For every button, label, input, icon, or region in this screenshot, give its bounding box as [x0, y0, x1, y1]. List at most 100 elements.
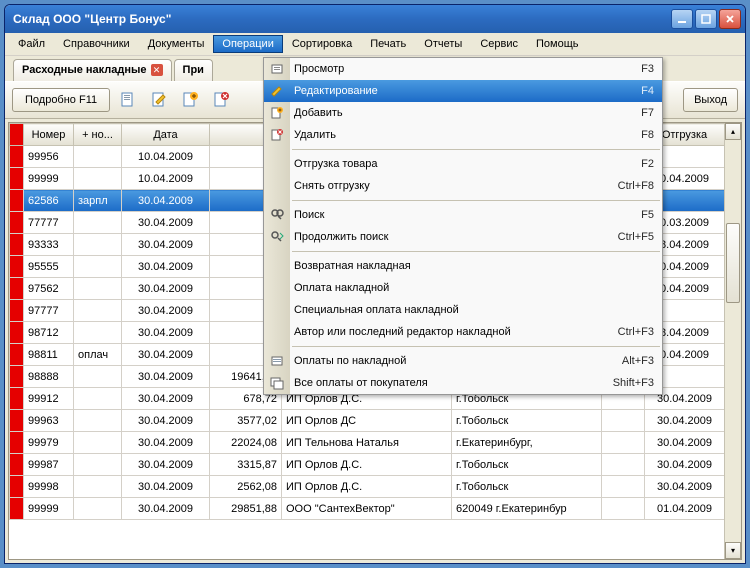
- cell: 99999: [24, 168, 74, 190]
- menu-item-shortcut: F4: [641, 85, 654, 97]
- cell: [74, 388, 122, 410]
- cell: 99979: [24, 432, 74, 454]
- column-header[interactable]: [10, 124, 24, 146]
- menu-item[interactable]: Оплата накладной: [264, 277, 662, 299]
- menu-item[interactable]: РедактированиеF4: [264, 80, 662, 102]
- cell: 3577,02: [210, 410, 282, 432]
- menu-item[interactable]: Отгрузка товараF2: [264, 153, 662, 175]
- list2-icon: [268, 374, 286, 392]
- cell: [10, 366, 24, 388]
- cell: [74, 432, 122, 454]
- scroll-thumb[interactable]: [726, 223, 740, 303]
- table-row[interactable]: 9997930.04.200922024,08ИП Тельнова Натал…: [10, 432, 741, 454]
- menu-item-label: Редактирование: [294, 85, 641, 97]
- menu-печать[interactable]: Печать: [361, 35, 415, 53]
- cell: [74, 278, 122, 300]
- scroll-down-icon[interactable]: ▾: [725, 542, 741, 559]
- window-title: Склад ООО "Центр Бонус": [9, 12, 671, 26]
- cell: 30.04.2009: [122, 212, 210, 234]
- cell: 99998: [24, 476, 74, 498]
- tab-close-icon[interactable]: ✕: [151, 64, 163, 76]
- menu-item[interactable]: Возвратная накладная: [264, 255, 662, 277]
- cell: г.Тобольск: [452, 410, 602, 432]
- menu-документы[interactable]: Документы: [139, 35, 214, 53]
- tab-0[interactable]: Расходные накладные ✕: [13, 59, 172, 81]
- column-header[interactable]: Номер: [24, 124, 74, 146]
- cell: [602, 454, 645, 476]
- cell: [74, 322, 122, 344]
- menu-файл[interactable]: Файл: [9, 35, 54, 53]
- cell: 30.04.2009: [122, 454, 210, 476]
- menu-item[interactable]: Специальная оплата накладной: [264, 299, 662, 321]
- menu-помощь[interactable]: Помощь: [527, 35, 588, 53]
- cell: 99956: [24, 146, 74, 168]
- menu-item-label: Удалить: [294, 129, 641, 141]
- cell: 30.04.2009: [122, 234, 210, 256]
- menu-item-shortcut: Ctrl+F3: [618, 326, 654, 338]
- menu-item-shortcut: F8: [641, 129, 654, 141]
- cell: [10, 256, 24, 278]
- menu-сервис[interactable]: Сервис: [471, 35, 527, 53]
- menu-item-label: Оплата накладной: [294, 282, 654, 294]
- cell: 98811: [24, 344, 74, 366]
- cell: 30.04.2009: [645, 476, 725, 498]
- table-row[interactable]: 9999830.04.20092562,08ИП Орлов Д.С.г.Тоб…: [10, 476, 741, 498]
- cell: [74, 366, 122, 388]
- cell: 10.04.2009: [122, 146, 210, 168]
- cell: [74, 256, 122, 278]
- column-header[interactable]: + но...: [74, 124, 122, 146]
- close-button[interactable]: [719, 9, 741, 29]
- maximize-button[interactable]: [695, 9, 717, 29]
- menu-item[interactable]: Оплаты по накладнойAlt+F3: [264, 350, 662, 372]
- menu-item-label: Возвратная накладная: [294, 260, 654, 272]
- cell: [10, 454, 24, 476]
- cell: [74, 476, 122, 498]
- menu-item-shortcut: F2: [641, 158, 654, 170]
- cell: 30.04.2009: [122, 344, 210, 366]
- cell: 98712: [24, 322, 74, 344]
- menu-item-label: Отгрузка товара: [294, 158, 641, 170]
- list-icon: [268, 352, 286, 370]
- minimize-button[interactable]: [671, 9, 693, 29]
- cell: 30.04.2009: [122, 300, 210, 322]
- cell: [74, 498, 122, 520]
- menu-item-shortcut: Alt+F3: [622, 355, 654, 367]
- menu-item-label: Добавить: [294, 107, 641, 119]
- cell: ИП Орлов ДС: [282, 410, 452, 432]
- detail-button[interactable]: Подробно F11: [12, 88, 110, 112]
- menu-сортировка[interactable]: Сортировка: [283, 35, 361, 53]
- menu-item[interactable]: Все оплаты от покупателяShift+F3: [264, 372, 662, 394]
- menu-item[interactable]: Снять отгрузкуCtrl+F8: [264, 175, 662, 197]
- cell: [74, 212, 122, 234]
- cell: 30.04.2009: [122, 432, 210, 454]
- menu-item[interactable]: УдалитьF8: [264, 124, 662, 146]
- tab-1[interactable]: При: [174, 59, 213, 81]
- scroll-up-icon[interactable]: ▴: [725, 123, 741, 140]
- add-icon: [268, 104, 286, 122]
- doc-edit-icon[interactable]: [146, 87, 172, 113]
- column-header[interactable]: Дата: [122, 124, 210, 146]
- menu-item[interactable]: ПоискF5: [264, 204, 662, 226]
- menu-справочники[interactable]: Справочники: [54, 35, 139, 53]
- exit-button[interactable]: Выход: [683, 88, 738, 112]
- delete-icon: [268, 126, 286, 144]
- vertical-scrollbar[interactable]: ▴ ▾: [724, 123, 741, 559]
- menu-item[interactable]: ДобавитьF7: [264, 102, 662, 124]
- table-row[interactable]: 9998730.04.20093315,87ИП Орлов Д.С.г.Тоб…: [10, 454, 741, 476]
- cell: 30.04.2009: [122, 388, 210, 410]
- menu-операции[interactable]: Операции: [213, 35, 282, 53]
- menu-item[interactable]: Автор или последний редактор накладнойCt…: [264, 321, 662, 343]
- doc-delete-icon[interactable]: [208, 87, 234, 113]
- table-row[interactable]: 9999930.04.200929851,88ООО "СантехВектор…: [10, 498, 741, 520]
- menu-item[interactable]: Продолжить поискCtrl+F5: [264, 226, 662, 248]
- menu-item[interactable]: ПросмотрF3: [264, 58, 662, 80]
- cell: [10, 322, 24, 344]
- cell: [74, 234, 122, 256]
- doc-new-icon[interactable]: [115, 87, 141, 113]
- menu-отчеты[interactable]: Отчеты: [415, 35, 471, 53]
- doc-add-icon[interactable]: [177, 87, 203, 113]
- cell: ИП Тельнова Наталья: [282, 432, 452, 454]
- cell: 99999: [24, 498, 74, 520]
- table-row[interactable]: 9996330.04.20093577,02ИП Орлов ДСг.Тобол…: [10, 410, 741, 432]
- tab-label: Расходные накладные: [22, 64, 147, 76]
